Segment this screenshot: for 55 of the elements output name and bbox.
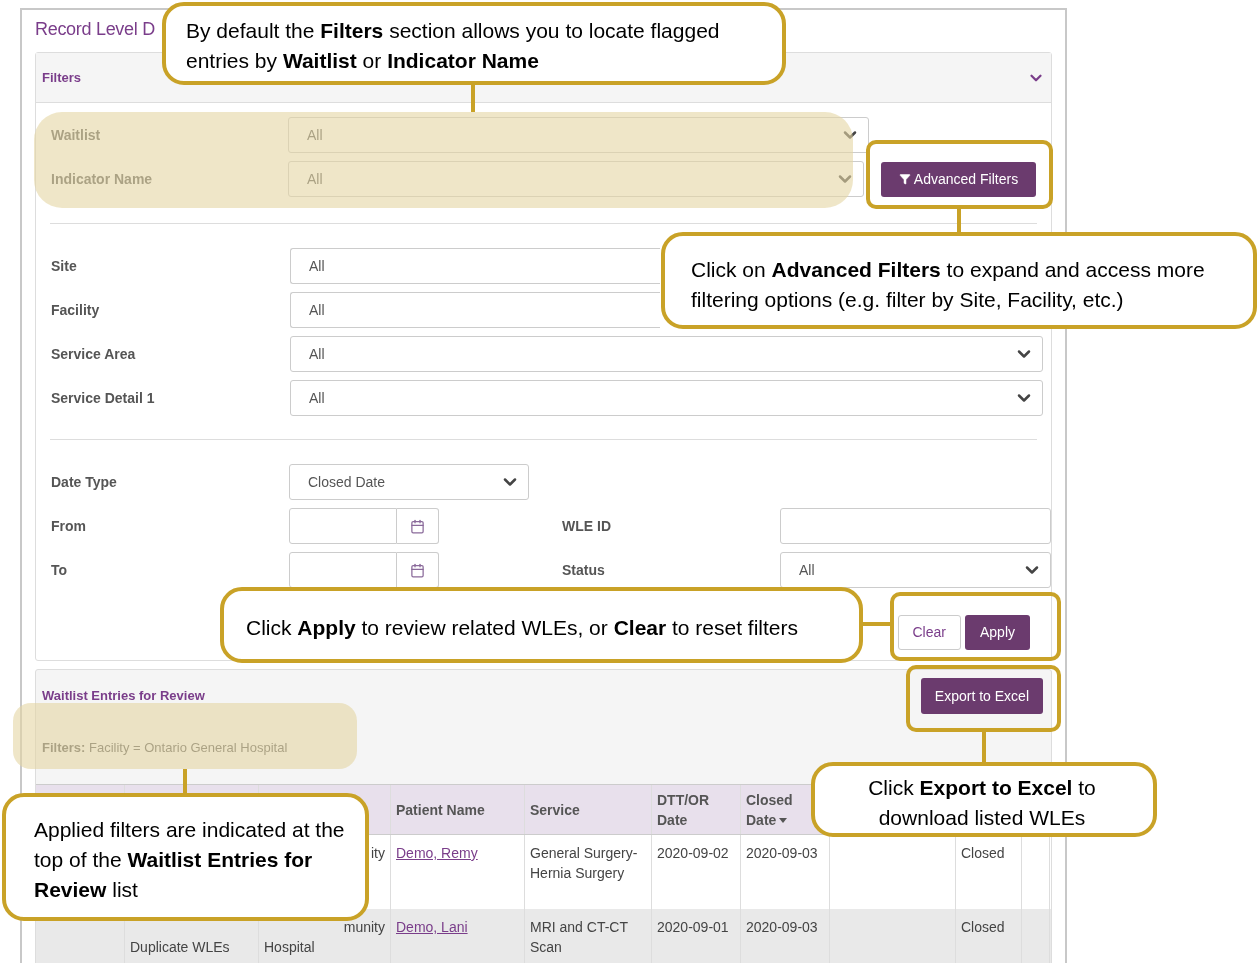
- field-label: Site: [51, 258, 77, 274]
- field-label: WLE ID: [562, 518, 611, 534]
- field-label: Status: [562, 562, 605, 578]
- dropdown[interactable]: All: [780, 552, 1051, 588]
- calendar-icon: [410, 562, 425, 578]
- dropdown[interactable]: All: [290, 336, 1043, 372]
- table-cell-text: 2020-09-01: [657, 918, 730, 937]
- callout: Applied filters are indicated at the top of the Waitlist Entries for Review list: [2, 793, 369, 921]
- wle-id-input[interactable]: [780, 508, 1051, 544]
- table-cell-text: Closed: [961, 844, 1006, 863]
- table-cell-text: ity: [371, 844, 385, 863]
- table-cell-text: General Surgery- Hernia Surgery: [530, 844, 639, 883]
- patient-link[interactable]: Demo, Remy: [396, 843, 519, 863]
- field-label: Waitlist: [51, 127, 101, 143]
- date-input[interactable]: [289, 508, 397, 544]
- filter-icon: [898, 173, 911, 185]
- field-label: Service Detail 1: [51, 390, 155, 406]
- calendar-button[interactable]: [397, 508, 439, 544]
- dropdown[interactable]: All: [290, 248, 660, 284]
- callout: Click Apply to review related WLEs, or Clear to reset filters: [220, 587, 863, 663]
- table-cell-text: 2020-09-03: [746, 844, 819, 863]
- panel-title: Filters: [42, 68, 81, 87]
- callout: Click on Advanced Filters to expand and access more filtering options (e.g. filter by Site, Facility, etc.): [661, 232, 1257, 329]
- table-cell-text: MRI and CT-CT Scan: [530, 918, 629, 957]
- clear-button[interactable]: Clear: [897, 615, 961, 650]
- callout: By default the Filters section allows you to locate flagged entries by Waitlist or Indicator Name: [162, 2, 786, 85]
- panel-title: Waitlist Entries for Review: [42, 687, 205, 706]
- table-cell-text: Closed: [961, 918, 1006, 937]
- advanced-filters-button[interactable]: Advanced Filters: [881, 161, 1036, 197]
- apply-button[interactable]: Apply: [964, 615, 1030, 650]
- callout: Click Export to Excel to download listed WLEs: [811, 762, 1157, 837]
- export-button[interactable]: Export to Excel: [920, 678, 1043, 714]
- column-header[interactable]: Service: [530, 799, 580, 820]
- field-label: Indicator Name: [51, 171, 153, 187]
- field-label: To: [51, 562, 68, 578]
- column-header[interactable]: Closed Date: [746, 789, 793, 830]
- column-header[interactable]: DTT/OR Date: [657, 789, 710, 830]
- table-cell-text: munity Hospital: [264, 918, 385, 957]
- calendar-button[interactable]: [397, 552, 439, 588]
- date-input[interactable]: [289, 552, 397, 588]
- applied-filters-text: Filters: Facility = Ontario General Hospital: [42, 740, 288, 755]
- table-cell-text: Duplicate WLEs: [130, 938, 231, 957]
- dropdown[interactable]: All: [290, 380, 1043, 416]
- calendar-icon: [410, 518, 425, 534]
- table-cell-text: 2020-09-02: [657, 844, 730, 863]
- field-label: From: [51, 518, 86, 534]
- patient-link[interactable]: Demo, Lani: [396, 917, 519, 937]
- field-label: Service Area: [51, 346, 136, 362]
- column-header[interactable]: Patient Name: [396, 799, 485, 820]
- field-label: Date Type: [51, 474, 117, 490]
- page-title: Record Level D: [35, 19, 155, 39]
- table-cell-text: 2020-09-03: [746, 918, 819, 937]
- dropdown[interactable]: All: [290, 292, 660, 328]
- dropdown[interactable]: Closed Date: [289, 464, 529, 500]
- field-label: Facility: [51, 302, 100, 318]
